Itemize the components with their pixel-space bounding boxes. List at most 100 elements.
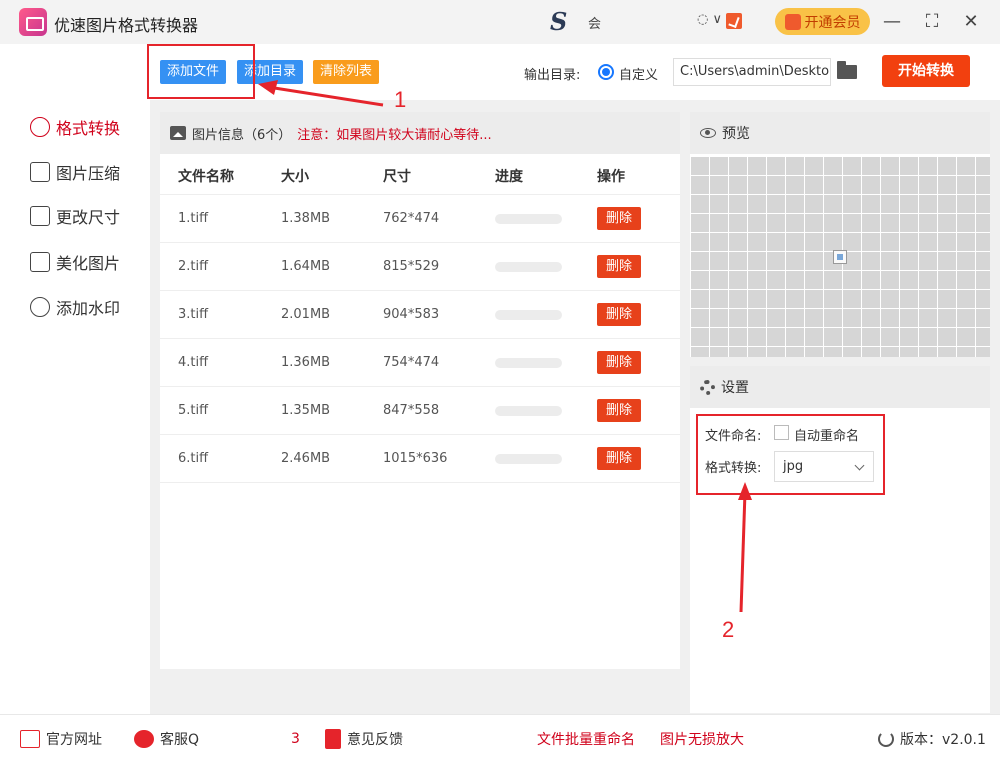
support-link[interactable]: 客服Q 3 [134,729,300,749]
sidebar-item-label: 更改尺寸 [56,208,121,227]
batch-rename-link[interactable]: 文件批量重命名 [537,729,635,749]
lossless-enlarge-link[interactable]: 图片无损放大 [660,729,744,749]
feedback-label: 意见反馈 [347,732,403,748]
delete-button[interactable]: 删除 [597,447,641,470]
settings-header: 设置 [690,366,990,408]
title-bar: 优速图片格式转换器 S 会 ◌ ∨ 开通会员 — ⛶ ✕ [0,0,1000,44]
brand-s-icon: S [550,7,568,36]
image-icon [170,126,186,140]
progress-bar [495,310,562,320]
start-convert-button[interactable]: 开始转换 [882,55,970,87]
app-title: 优速图片格式转换器 [54,16,199,35]
file-dimensions: 1015*636 [383,451,448,466]
annotation-number-2: 2 [722,617,735,642]
version-info: 版本：v2.0.1 [878,729,986,749]
column-header-size: 大小 [281,169,309,185]
eye-icon [700,128,716,138]
delete-button[interactable]: 删除 [597,351,641,374]
user-name[interactable]: 会 [588,13,601,32]
vip-badge-icon [726,13,742,29]
file-dimensions: 815*529 [383,259,440,274]
annotation-box-2 [696,414,885,495]
feedback-link[interactable]: 意见反馈 [325,729,403,749]
file-size: 2.46MB [281,451,331,466]
file-name: 5.tiff [178,403,209,418]
preview-panel: 预览 [690,112,990,357]
vip-button-label: 开通会员 [804,14,861,31]
sidebar-item-label: 图片压缩 [56,164,121,183]
output-dir-label: 输出目录: [524,68,581,83]
file-list-panel: 图片信息（6个） 注意：如果图片较大请耐心等待... 文件名称 大小 尺寸 进度… [160,112,680,669]
website-icon [20,730,40,748]
compress-icon [30,162,50,182]
sidebar-item-label: 添加水印 [56,299,121,318]
file-name: 4.tiff [178,355,209,370]
footer: 官方网址 客服Q 3 意见反馈 文件批量重命名 图片无损放大 版本：v2.0.1 [0,714,1000,760]
column-header-dimensions: 尺寸 [383,169,411,185]
vip-icon [784,13,801,30]
file-name: 2.tiff [178,259,209,274]
version-label: 版本：v2.0.1 [900,732,986,748]
custom-dir-label[interactable]: 自定义 [619,64,658,83]
minimize-button[interactable]: — [879,9,905,35]
output-path-input[interactable]: C:\Users\admin\Deskto [673,58,831,86]
custom-dir-radio[interactable] [598,64,614,80]
sidebar-item-watermark[interactable]: 添加水印 [30,295,120,319]
file-dimensions: 847*558 [383,403,440,418]
folder-icon[interactable] [837,61,857,79]
progress-bar [495,454,562,464]
support-tail: 3 [291,731,300,747]
delete-button[interactable]: 删除 [597,255,641,278]
preview-title: 预览 [722,126,750,142]
refresh-icon[interactable] [878,731,894,747]
file-list-header: 图片信息（6个） 注意：如果图片较大请耐心等待... [160,112,680,154]
website-label: 官方网址 [46,732,102,748]
clear-list-button[interactable]: 清除列表 [313,60,380,84]
file-size: 1.35MB [281,403,331,418]
progress-bar [495,406,562,416]
sidebar-item-compress[interactable]: 图片压缩 [30,160,120,184]
preview-canvas [690,156,990,357]
sidebar: 格式转换 图片压缩 更改尺寸 美化图片 添加水印 [0,100,150,714]
gear-icon [700,379,715,395]
table-row: 5.tiff 1.35MB 847*558 删除 [160,387,680,435]
sidebar-item-format-convert[interactable]: 格式转换 [30,115,120,139]
column-header-name: 文件名称 [178,169,234,185]
annotation-number-1: 1 [394,87,407,112]
settings-title: 设置 [721,380,749,396]
user-dropdown-icon[interactable]: ◌ ∨ [697,12,722,27]
file-size: 1.64MB [281,259,331,274]
resize-icon [30,206,50,226]
file-size: 2.01MB [281,307,331,322]
delete-button[interactable]: 删除 [597,399,641,422]
annotation-box-1 [147,44,255,99]
file-size: 1.36MB [281,355,331,370]
vip-button[interactable]: 开通会员 [775,8,870,35]
format-convert-icon [30,117,50,137]
delete-button[interactable]: 删除 [597,207,641,230]
maximize-button[interactable]: ⛶ [919,9,945,35]
sidebar-item-label: 格式转换 [56,119,121,138]
support-icon [134,730,154,748]
file-name: 6.tiff [178,451,209,466]
redacted-area [205,731,286,747]
sidebar-item-beautify[interactable]: 美化图片 [30,250,120,274]
file-name: 1.tiff [178,211,209,226]
support-label: 客服Q [160,732,200,748]
progress-bar [495,262,562,272]
beautify-icon [30,252,50,272]
notice-text: 注意：如果图片较大请耐心等待... [297,127,492,143]
website-link[interactable]: 官方网址 [20,729,102,749]
file-dimensions: 754*474 [383,355,440,370]
delete-button[interactable]: 删除 [597,303,641,326]
column-header-action: 操作 [597,169,625,185]
table-row: 6.tiff 2.46MB 1015*636 删除 [160,435,680,483]
table-row: 2.tiff 1.64MB 815*529 删除 [160,243,680,291]
file-name: 3.tiff [178,307,209,322]
table-row: 1.tiff 1.38MB 762*474 删除 [160,195,680,243]
file-dimensions: 762*474 [383,211,440,226]
preview-header: 预览 [690,112,990,154]
sidebar-item-resize[interactable]: 更改尺寸 [30,204,120,228]
close-button[interactable]: ✕ [958,9,984,35]
progress-bar [495,214,562,224]
